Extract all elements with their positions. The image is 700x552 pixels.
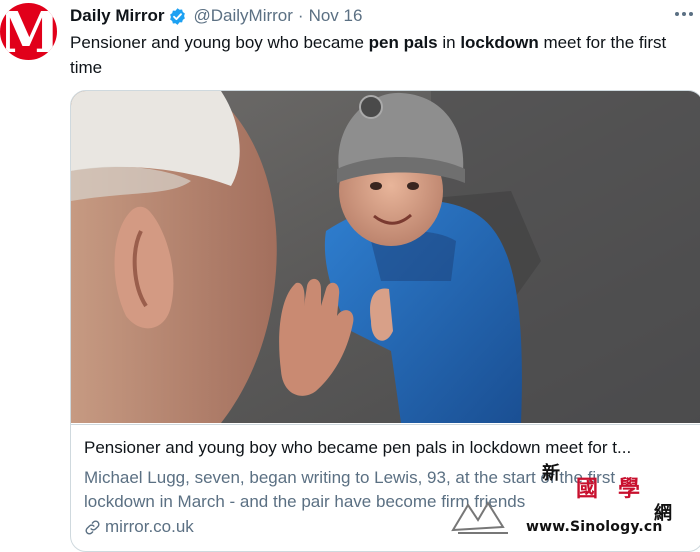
link-card[interactable]: Pensioner and young boy who became pen p… bbox=[70, 90, 700, 552]
verified-badge-icon bbox=[170, 7, 186, 25]
tweet-text-part: Pensioner and young boy who became bbox=[70, 33, 369, 52]
tweet-text-bold: lockdown bbox=[460, 33, 539, 52]
avatar[interactable]: M bbox=[0, 3, 57, 60]
card-title[interactable]: Pensioner and young boy who became pen p… bbox=[84, 437, 694, 459]
card-image bbox=[71, 91, 700, 423]
card-meta: Pensioner and young boy who became pen p… bbox=[71, 424, 700, 551]
link-icon bbox=[85, 519, 100, 535]
card-domain-link[interactable]: mirror.co.uk bbox=[84, 516, 194, 538]
card-domain: mirror.co.uk bbox=[105, 517, 194, 536]
card-description: Michael Lugg, seven, began writing to Le… bbox=[84, 468, 616, 511]
tweet-text: Pensioner and young boy who became pen p… bbox=[70, 30, 695, 80]
separator-dot: · bbox=[297, 6, 304, 25]
avatar-logo: M bbox=[0, 3, 57, 61]
tweet-header: Daily Mirror @DailyMirror · Nov 16 bbox=[70, 4, 362, 28]
author-handle[interactable]: @DailyMirror bbox=[193, 6, 292, 26]
author-name[interactable]: Daily Mirror bbox=[70, 6, 164, 26]
tweet-text-bold: pen pals bbox=[368, 33, 438, 52]
more-options-icon[interactable] bbox=[672, 4, 696, 24]
tweet-text-part: in bbox=[437, 33, 461, 52]
tweet-date[interactable]: Nov 16 bbox=[309, 6, 363, 26]
